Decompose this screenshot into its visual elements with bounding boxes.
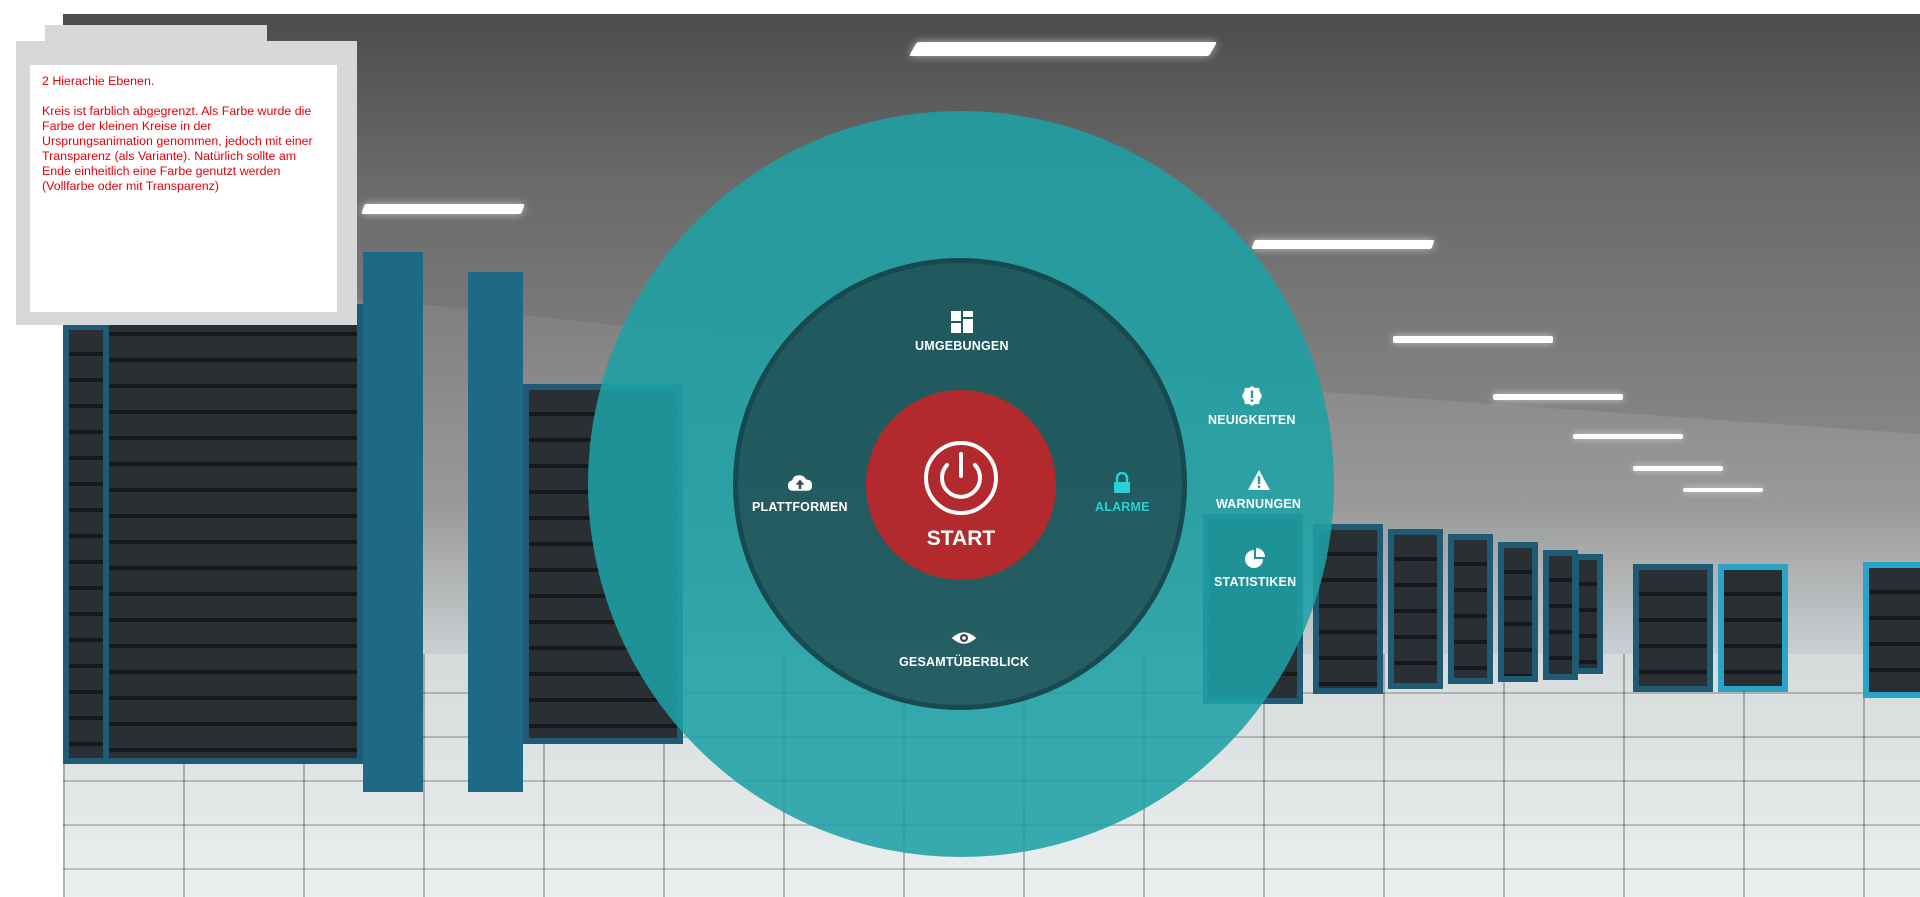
pie-chart-icon (1242, 545, 1268, 571)
menu-item-neuigkeiten[interactable]: NEUIGKEITEN (1208, 383, 1296, 427)
menu-item-label: ALARME (1095, 500, 1150, 514)
menu-item-label: STATISTIKEN (1214, 575, 1297, 589)
ceiling-light (1683, 488, 1763, 492)
server-rack (1498, 542, 1538, 682)
server-rack (1718, 564, 1788, 692)
menu-item-label: PLATTFORMEN (752, 500, 848, 514)
ceiling-light (1493, 394, 1623, 400)
menu-item-alarme[interactable]: ALARME (1095, 470, 1150, 514)
annotation-note: 2 Hierachie Ebenen. Kreis ist farblich a… (16, 41, 357, 325)
menu-item-umgebungen[interactable]: UMGEBUNGEN (915, 309, 1009, 353)
grid-icon (949, 309, 975, 335)
menu-item-plattformen[interactable]: PLATTFORMEN (752, 470, 848, 514)
server-rack (1633, 564, 1713, 692)
ceiling-light (1633, 466, 1723, 471)
power-icon (923, 440, 999, 521)
start-button[interactable]: START (896, 440, 1026, 550)
lock-icon (1109, 470, 1135, 496)
menu-item-gesamtuberblick[interactable]: GESAMTÜBERBLICK (899, 625, 1029, 669)
server-rack (1448, 534, 1493, 684)
ceiling-light (908, 42, 1218, 56)
rack-door (363, 252, 423, 792)
alert-badge-icon (1239, 383, 1265, 409)
cloud-upload-icon (787, 470, 813, 496)
menu-item-label: NEUIGKEITEN (1208, 413, 1296, 427)
start-label: START (926, 527, 996, 550)
note-paper: 2 Hierachie Ebenen. Kreis ist farblich a… (30, 65, 337, 312)
menu-item-label: GESAMTÜBERBLICK (899, 655, 1030, 669)
note-body: Kreis ist farblich abgegrenzt. Als Farbe… (42, 104, 313, 193)
warning-triangle-icon (1246, 467, 1272, 493)
ceiling-light (1573, 434, 1683, 439)
server-rack (103, 304, 363, 764)
ceiling-light (1251, 240, 1435, 249)
ceiling-light (361, 204, 525, 214)
menu-item-warnungen[interactable]: WARNUNGEN (1216, 467, 1301, 511)
menu-item-label: UMGEBUNGEN (915, 339, 1009, 353)
eye-icon (951, 625, 977, 651)
server-rack (1573, 554, 1603, 674)
menu-item-label: WARNUNGEN (1216, 497, 1302, 511)
server-rack (1863, 562, 1920, 698)
rack-door (468, 272, 523, 792)
server-rack (1388, 529, 1443, 689)
ceiling-light (1393, 336, 1553, 343)
menu-item-statistiken[interactable]: STATISTIKEN (1214, 545, 1296, 589)
note-heading: 2 Hierachie Ebenen. (42, 74, 155, 88)
